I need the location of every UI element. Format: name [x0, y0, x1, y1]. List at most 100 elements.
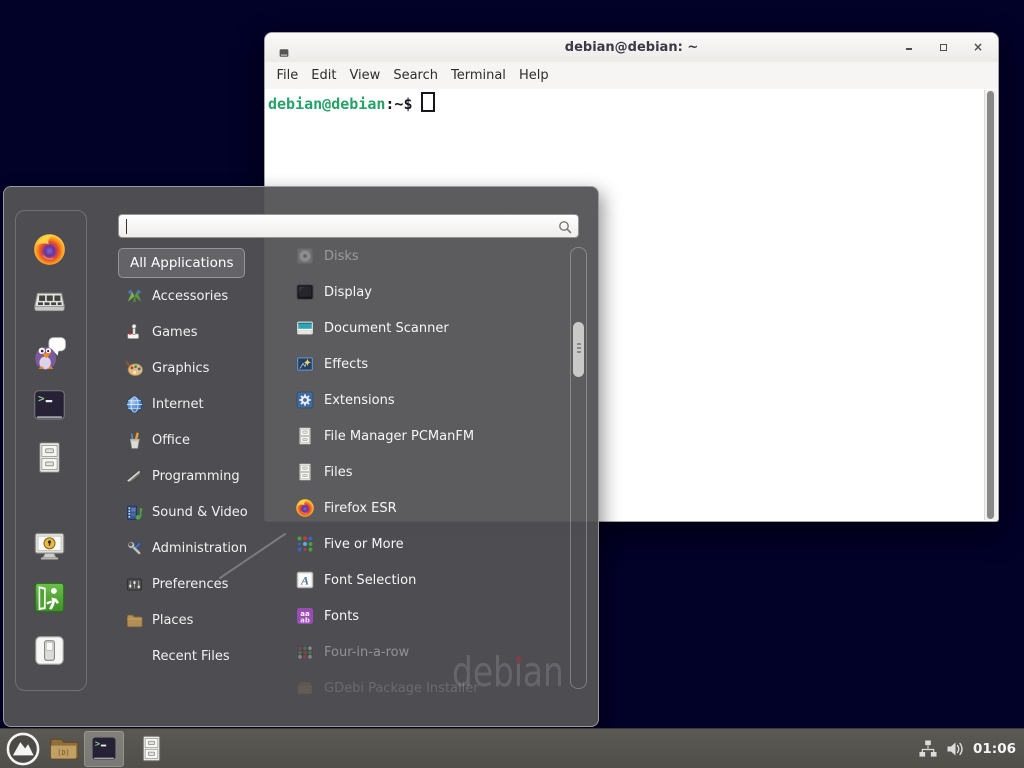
five-or-more-icon — [295, 534, 315, 554]
network-icon[interactable] — [918, 739, 938, 759]
taskbar: [D] >01:06 — [0, 728, 1024, 768]
app-files[interactable]: Files — [292, 454, 562, 490]
category-label: Games — [152, 325, 197, 340]
app-label: Files — [324, 465, 353, 480]
firefox-icon[interactable] — [32, 232, 67, 267]
category-graphics[interactable]: Graphics — [118, 350, 283, 386]
search-box[interactable] — [118, 214, 579, 238]
category-label: Accessories — [152, 289, 228, 304]
file-cabinet-button[interactable] — [137, 734, 166, 763]
app-fonts[interactable]: aaab Fonts — [292, 598, 562, 634]
category-office[interactable]: Office — [118, 422, 283, 458]
watermark-red-dot — [516, 656, 521, 663]
volume-icon[interactable] — [945, 739, 965, 759]
terminal-menu-search[interactable]: Search — [387, 68, 445, 83]
category-places[interactable]: Places — [118, 602, 283, 638]
graphics-icon — [126, 360, 143, 377]
category-list: Accessories Games Graphics Internet Office Pr… — [118, 278, 283, 674]
app-file-manager-pcmanfm[interactable]: File Manager PCManFM — [292, 418, 562, 454]
fonts-icon: aaab — [295, 606, 315, 626]
shut-down-icon[interactable] — [32, 633, 67, 668]
terminal-titlebar[interactable]: debian@debian: ~ × — [265, 33, 998, 62]
app-label: Five or More — [324, 537, 404, 552]
app-label: File Manager PCManFM — [324, 429, 474, 444]
gdebi-icon — [295, 678, 315, 698]
app-label: Four-in-a-row — [324, 645, 409, 660]
category-label: Recent Files — [152, 649, 230, 664]
app-label: Fonts — [324, 609, 359, 624]
app-label: Firefox ESR — [324, 501, 397, 516]
games-icon — [126, 324, 143, 341]
app-firefox-esr[interactable]: Firefox ESR — [292, 490, 562, 526]
pidgin-icon[interactable] — [32, 336, 67, 371]
category-recent-files[interactable]: Recent Files — [118, 638, 283, 674]
category-internet[interactable]: Internet — [118, 386, 283, 422]
menu-scrollbar[interactable] — [570, 247, 587, 689]
svg-text:[D]: [D] — [57, 749, 69, 757]
effects-icon — [295, 354, 315, 374]
category-programming[interactable]: Programming — [118, 458, 283, 494]
file-manager-icon[interactable] — [32, 440, 67, 475]
terminal-menu-help[interactable]: Help — [512, 68, 555, 83]
log-out-icon[interactable] — [32, 580, 67, 615]
file-manager-button[interactable]: [D] — [48, 733, 79, 764]
terminal-scrollbar[interactable] — [984, 90, 997, 520]
app-effects[interactable]: Effects — [292, 346, 562, 382]
terminal-menu-file[interactable]: File — [270, 68, 305, 83]
terminal-menu-view[interactable]: View — [343, 68, 387, 83]
application-list: Disks DisplayDocument ScannerEffectsExten… — [292, 238, 562, 706]
files-icon — [295, 462, 315, 482]
category-sound-video[interactable]: Sound & Video — [118, 494, 283, 530]
terminal-window-button[interactable]: > — [84, 731, 124, 767]
terminal-icon[interactable]: > — [32, 388, 67, 423]
category-accessories[interactable]: Accessories — [118, 278, 283, 314]
category-all-applications[interactable]: All Applications — [118, 248, 245, 278]
extensions-icon — [295, 390, 315, 410]
app-display[interactable]: Display — [292, 274, 562, 310]
internet-icon — [126, 396, 143, 413]
minimize-button[interactable] — [905, 43, 914, 52]
category-games[interactable]: Games — [118, 314, 283, 350]
app-disks[interactable]: Disks — [292, 238, 562, 274]
svg-text:A: A — [300, 574, 309, 588]
svg-text:ab: ab — [300, 616, 310, 624]
category-label: Office — [152, 433, 190, 448]
prompt-user: debian@debian — [268, 95, 385, 113]
cursor-trail-line — [218, 531, 288, 581]
terminal-menu-terminal[interactable]: Terminal — [444, 68, 512, 83]
prompt-suffix: :~$ — [385, 95, 412, 113]
display-icon — [295, 282, 315, 302]
terminal-menu-edit[interactable]: Edit — [305, 68, 343, 83]
office-icon — [126, 432, 143, 449]
text-caret — [126, 219, 127, 234]
debian-watermark: debıan — [452, 648, 564, 696]
close-button[interactable]: × — [973, 43, 983, 52]
app-five-or-more[interactable]: Five or More — [292, 526, 562, 562]
menu-scrollbar-thumb[interactable] — [573, 322, 584, 377]
maximize-button[interactable] — [939, 43, 948, 52]
character-map-icon[interactable] — [32, 284, 67, 319]
app-document-scanner[interactable]: Document Scanner — [292, 310, 562, 346]
app-font-selection[interactable]: AFont Selection — [292, 562, 562, 598]
terminal-title: debian@debian: ~ — [265, 40, 998, 55]
menu-button[interactable] — [6, 732, 40, 766]
terminal-scrollbar-thumb[interactable] — [987, 91, 994, 519]
lock-screen-icon[interactable] — [32, 528, 67, 563]
category-label: Sound & Video — [152, 505, 248, 520]
document-scanner-icon — [295, 318, 315, 338]
app-extensions[interactable]: Extensions — [292, 382, 562, 418]
places-icon — [126, 612, 143, 629]
search-icon — [557, 219, 573, 235]
category-label: Programming — [152, 469, 240, 484]
applications-menu: > All Applications Accessories Games Graph… — [3, 186, 599, 727]
accessories-icon — [126, 288, 143, 305]
font-selection-icon: A — [295, 570, 315, 590]
category-label: Graphics — [152, 361, 209, 376]
category-label: Preferences — [152, 577, 228, 592]
administration-icon — [126, 540, 143, 557]
programming-icon — [126, 468, 143, 485]
app-label: Disks — [324, 249, 359, 264]
svg-text:>: > — [95, 739, 100, 749]
clock: 01:06 — [973, 741, 1016, 757]
sound-video-icon — [126, 504, 143, 521]
